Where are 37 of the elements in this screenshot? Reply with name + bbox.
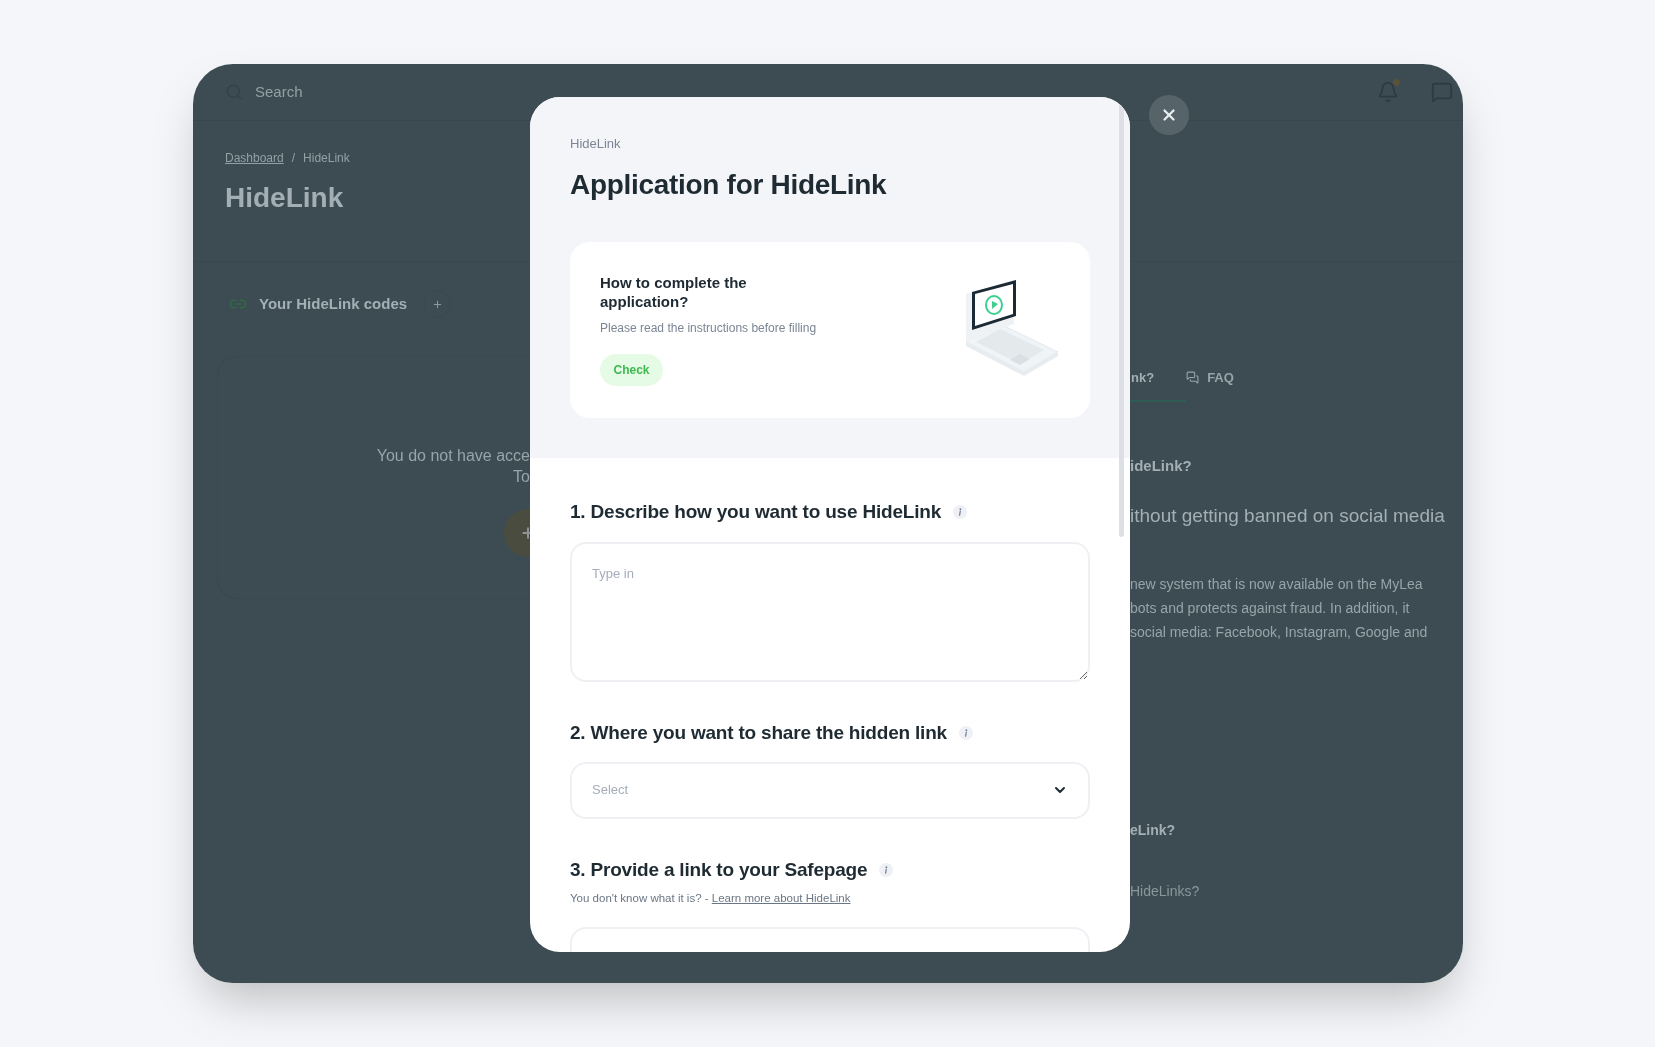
article-text: new system that is now available on the MyLea [1130,575,1424,594]
question-label: 3. Provide a link to your Safepage [570,857,868,882]
article-text: social media: Facebook, Instagram, Google and [1130,623,1429,642]
article-headline: ithout getting banned on social media [1130,503,1446,528]
article-text: bots and protects against fraud. In addition, it [1130,599,1411,618]
instructions-title: How to complete the application? [600,273,748,311]
description-field[interactable]: Type in [570,542,1090,682]
info-icon[interactable] [953,504,968,519]
bell-icon[interactable] [1377,81,1399,103]
breadcrumb-current: HideLink [303,150,350,167]
faq-question[interactable]: eLink? [1130,820,1463,841]
page-title: HideLink [225,181,344,215]
add-icon[interactable] [431,298,443,310]
search-field[interactable]: Search [255,80,455,104]
tab[interactable]: FAQ [1186,367,1246,402]
question-label: 2. Where you want to share the hidden link [570,721,947,745]
chat-icon[interactable] [1431,81,1453,103]
question-hint: You don't know what it is? - Learn more about HideLink [570,891,852,906]
modal-breadcrumb: HideLink [570,135,622,153]
question-label: 1. Describe how you want to use HideLink [570,499,942,524]
modal-title: Application for HideLink [570,167,888,202]
empty-message: You do not have acce [376,446,530,466]
breadcrumb-separator: / [291,150,296,167]
select-field[interactable]: Select [570,761,1090,819]
panel-title: Your HideLink codes [259,293,408,314]
close-icon [1160,106,1178,124]
chat-bubbles-icon [1186,371,1200,384]
close-button[interactable] [1149,95,1189,135]
check-button[interactable]: Check [600,354,663,386]
article-question: ideLink? [1130,456,1193,476]
faq-question[interactable]: HideLinks? [1130,881,1463,902]
learn-more-link[interactable]: Learn more about HideLink [711,892,851,904]
empty-message: To [513,467,530,487]
instructions-subtitle: Please read the instructions before filling [600,320,817,337]
info-icon[interactable] [958,726,973,741]
breadcrumb-link[interactable]: Dashboard [225,149,284,167]
info-icon[interactable] [879,862,894,877]
